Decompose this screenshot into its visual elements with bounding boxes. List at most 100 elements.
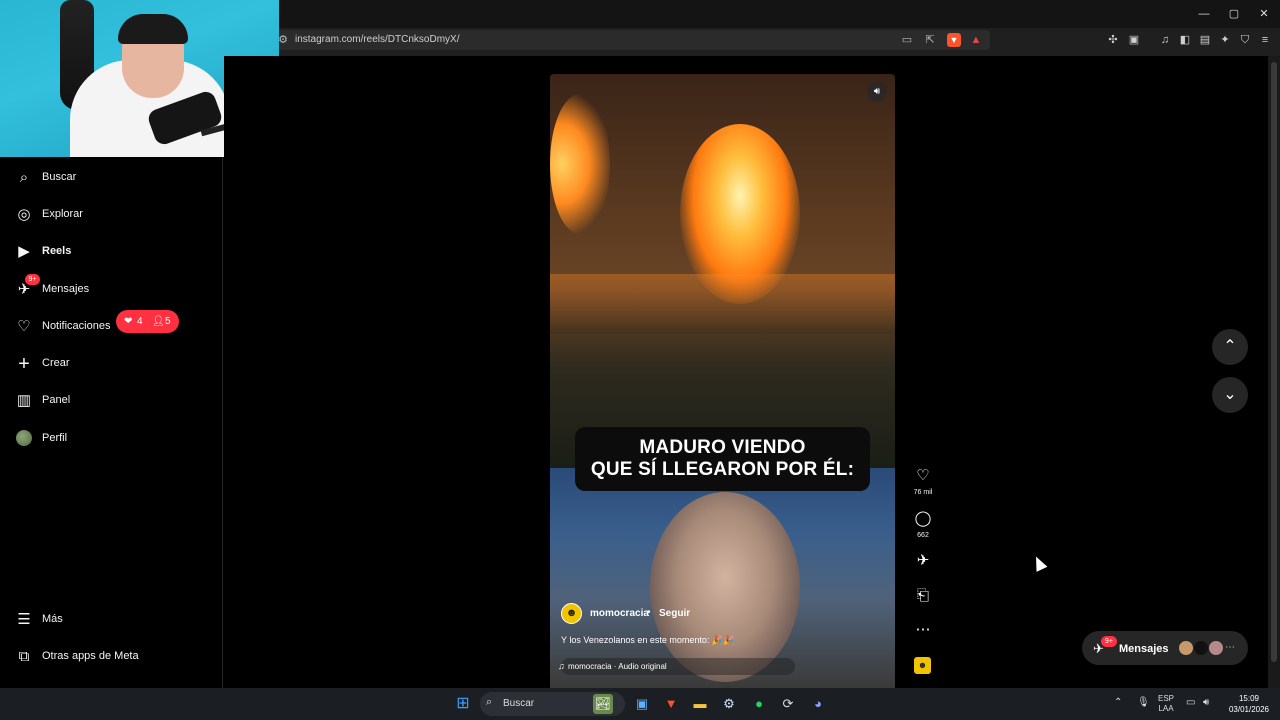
- reel-face-scene: [550, 468, 895, 688]
- caption-line-1: MADURO VIENDO: [639, 437, 806, 458]
- sidebar-item-label: Panel: [42, 394, 71, 406]
- compass-icon: ◎: [17, 206, 31, 223]
- search-icon: ⌕: [19, 169, 29, 186]
- hamburger-icon: ☰: [17, 611, 31, 628]
- previous-reel-button[interactable]: ⌃: [1212, 329, 1248, 365]
- sidebar-item-label: Notificaciones: [42, 320, 111, 332]
- media-icon[interactable]: ♫: [1158, 33, 1172, 47]
- wallet-icon[interactable]: ▤: [1198, 33, 1212, 47]
- sidebar-item-label: Reels: [42, 245, 72, 257]
- menu-icon[interactable]: ≡: [1258, 33, 1272, 47]
- url-text[interactable]: instagram.com/reels/DTCnksoDmyX/: [295, 34, 459, 45]
- scrollbar-thumb[interactable]: [1271, 62, 1277, 662]
- sidebar-item-perfil[interactable]: Perfil: [0, 424, 222, 454]
- separator-dot: •: [647, 607, 651, 618]
- discord-icon[interactable]: ◕: [808, 694, 828, 714]
- reel-description: Y los Venezolanos en este momento: 🎉🎉: [561, 635, 735, 645]
- file-explorer-icon[interactable]: ▬: [690, 694, 710, 714]
- next-reel-button[interactable]: ⌄: [1212, 377, 1248, 413]
- sidebar-item-label: Explorar: [42, 208, 83, 220]
- sidebar-item-label: Crear: [42, 357, 70, 369]
- reel-caption: MADURO VIENDO QUE SÍ LLEGARON POR ÉL:: [575, 427, 870, 491]
- city-lights: [550, 274, 895, 334]
- fire-left: [550, 94, 610, 234]
- reels-icon: ▶: [18, 243, 30, 260]
- maximize-button[interactable]: ▢: [1224, 6, 1244, 22]
- follow-button[interactable]: Seguir: [659, 608, 690, 619]
- clock[interactable]: 15:09 03/01/2026: [1224, 693, 1274, 715]
- leo-ai-icon[interactable]: ✦: [1218, 33, 1232, 47]
- avatar: [16, 430, 32, 446]
- likes-count: 4: [137, 316, 143, 327]
- taskbar-search-label: Buscar: [503, 698, 535, 709]
- steam-icon[interactable]: ⚙: [719, 694, 739, 714]
- share-button[interactable]: ✈: [912, 550, 934, 572]
- task-view-icon[interactable]: ▣: [632, 694, 652, 714]
- language-top: ESP: [1158, 694, 1175, 703]
- author-name[interactable]: momocracia: [590, 608, 649, 619]
- streamer-headphones: [118, 14, 188, 44]
- sidebar-item-label: Perfil: [42, 432, 68, 444]
- avatar: [1208, 640, 1224, 656]
- microphone-icon[interactable]: 🎙︎: [1137, 697, 1150, 708]
- sidebar-item-explorar[interactable]: ◎ Explorar: [0, 200, 222, 230]
- audio-thumbnail[interactable]: ☻: [914, 657, 931, 674]
- comments-count: 662: [917, 532, 929, 539]
- sidebar-item-buscar[interactable]: ⌕ Buscar: [0, 163, 222, 193]
- followers-count: 5: [165, 316, 171, 327]
- sidebar-item-crear[interactable]: + Crear: [0, 349, 222, 379]
- minimize-button[interactable]: —: [1194, 6, 1214, 22]
- search-icon: ⌕: [486, 696, 493, 708]
- more-options-icon[interactable]: ⋯: [912, 619, 934, 641]
- messages-label: Mensajes: [1119, 643, 1169, 655]
- language-indicator[interactable]: ESP LAA: [1158, 694, 1174, 714]
- avatar: [1193, 640, 1209, 656]
- meta-apps-icon: ⧉: [18, 648, 30, 665]
- messages-badge: 9+: [25, 274, 40, 285]
- likes-count: 76 mil: [913, 489, 933, 496]
- close-button[interactable]: ✕: [1254, 6, 1274, 22]
- messages-badge: 9+: [1101, 636, 1117, 647]
- windows-start-icon[interactable]: ⊞: [453, 694, 473, 714]
- brave-shield-icon[interactable]: ▼: [947, 33, 961, 47]
- reel-fire-scene: [550, 74, 895, 468]
- audio-label[interactable]: momocracia · Audio original: [568, 662, 667, 671]
- cast-icon[interactable]: ▭: [900, 33, 914, 47]
- more-icon: ⋯: [1225, 642, 1235, 653]
- comment-button[interactable]: ◯: [912, 508, 934, 530]
- screen: { "browser": { "url": "instagram.com/ree…: [0, 0, 1280, 720]
- volume-icon[interactable]: 🔊︎: [1203, 697, 1209, 708]
- author-avatar[interactable]: ☻: [561, 603, 582, 624]
- sidebar-item-label: Mensajes: [42, 283, 90, 295]
- app-icon[interactable]: ⟳: [778, 694, 798, 714]
- sidebar-item-notificaciones[interactable]: ♡ Notificaciones: [0, 312, 222, 342]
- tray-overflow-icon[interactable]: ⌃: [1114, 697, 1122, 708]
- sidebar-item-meta-apps[interactable]: ⧉ Otras apps de Meta: [0, 642, 222, 672]
- screenshot-icon[interactable]: ▣: [1127, 33, 1141, 47]
- reel-video[interactable]: MADURO VIENDO QUE SÍ LLEGARON POR ÉL: 🔊︎…: [550, 74, 895, 688]
- spotify-icon[interactable]: ●: [749, 694, 769, 714]
- sidebar-toggle-icon[interactable]: ◧: [1178, 33, 1192, 47]
- notifications-pill[interactable]: ❤ 4 👤︎ 5: [116, 310, 179, 333]
- like-button[interactable]: ♡: [912, 465, 934, 487]
- vpn-icon[interactable]: ⛉: [1238, 33, 1252, 47]
- sidebar-item-mensajes[interactable]: ✈ 9+ Mensajes: [0, 274, 222, 305]
- time: 15:09: [1238, 694, 1260, 703]
- sidebar-item-label: Más: [42, 613, 63, 625]
- brave-browser-icon[interactable]: ▼: [661, 694, 681, 714]
- brave-rewards-icon[interactable]: ▲: [969, 33, 983, 47]
- sidebar-item-reels[interactable]: ▶ Reels: [0, 237, 222, 267]
- heart-filled-icon: ❤: [124, 316, 133, 327]
- network-icon[interactable]: ▭: [1186, 697, 1195, 708]
- music-icon: ♫: [558, 661, 565, 671]
- volume-icon[interactable]: 🔊︎: [867, 82, 887, 102]
- save-button[interactable]: ⎗: [912, 585, 934, 607]
- sidebar-item-panel[interactable]: ▥ Panel: [0, 386, 222, 416]
- sidebar-item-mas[interactable]: ☰ Más: [0, 605, 222, 635]
- date: 03/01/2026: [1228, 705, 1270, 714]
- share-icon[interactable]: ⇱: [923, 33, 937, 47]
- extensions-icon[interactable]: ✣: [1106, 33, 1120, 47]
- language-bottom: LAA: [1158, 704, 1174, 713]
- avatar: [1178, 640, 1194, 656]
- heart-icon: ♡: [17, 318, 31, 335]
